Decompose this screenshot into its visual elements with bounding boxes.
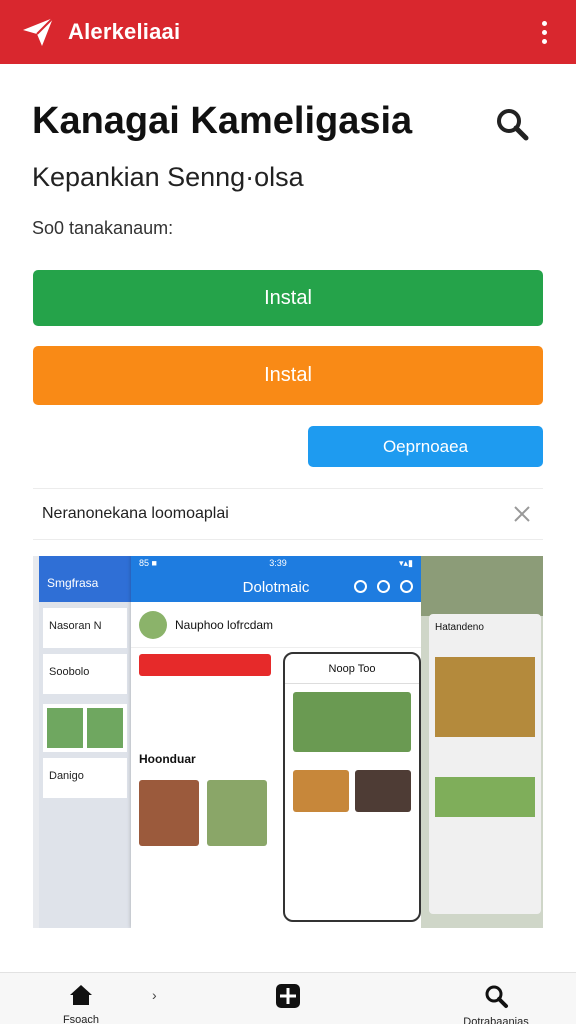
screenshot-right-card: Hatandeno xyxy=(429,614,541,914)
screenshot-left-profile: Nasoran N xyxy=(43,608,127,648)
page-subtitle: Kepankian Senng·olsa xyxy=(32,162,304,192)
app-meta: So0 tanakanaum: xyxy=(32,218,174,238)
screenshot-right-title: Hatandeno xyxy=(435,622,484,633)
app-page: Alerkeliaai Kanagai Kameligasia Kepankia… xyxy=(0,0,576,1024)
nav-home[interactable]: Fsoach xyxy=(56,983,106,1024)
building-image xyxy=(435,657,535,737)
image-row xyxy=(139,780,267,846)
app-title: Alerkeliaai xyxy=(68,19,181,44)
overlay-title: Noop Too xyxy=(285,654,419,684)
screenshot-overlay[interactable]: Noop Too xyxy=(283,652,421,922)
screenshot-right[interactable]: Hatandeno xyxy=(421,556,543,928)
info-banner: Neranonekana loomoaplai xyxy=(33,488,543,540)
screenshot-right-row xyxy=(435,777,535,817)
screenshot-left-thumb xyxy=(43,704,127,752)
nav-search-label: Dotrabaanias xyxy=(463,1016,529,1024)
install-button[interactable]: Instal xyxy=(33,270,543,326)
nav-search[interactable]: Dotrabaanias xyxy=(446,983,546,1024)
install-secondary-button[interactable]: Instal xyxy=(33,346,543,405)
screenshot-left-row: Soobolo xyxy=(43,654,127,694)
overlay-photo xyxy=(293,692,411,752)
status-time: 3:39 xyxy=(269,558,287,568)
nav-home-label: Fsoach xyxy=(62,1014,100,1024)
home-icon xyxy=(68,983,94,1012)
add-square-icon xyxy=(275,983,301,1014)
screenshot-right-sky xyxy=(421,556,543,616)
screenshot-gallery[interactable]: Smgfrasa Nasoran N Soobolo Danigo 85 ■ 3… xyxy=(33,556,543,928)
screenshot-main-title: Dolotmaic xyxy=(242,578,310,596)
screenshot-main-header: Dolotmaic xyxy=(131,572,421,602)
red-action-button xyxy=(139,654,271,676)
screenshot-left[interactable]: Smgfrasa Nasoran N Soobolo Danigo xyxy=(39,556,131,928)
profile-name: Nauphoo lofrcdam xyxy=(175,617,274,632)
section-title: Hoonduar xyxy=(139,752,196,766)
status-bar: 85 ■ 3:39 ▾▴▮ xyxy=(131,556,421,572)
page-title: Kanagai Kameligasia xyxy=(32,100,413,142)
header-icons xyxy=(354,580,413,593)
chevron-right-icon: › xyxy=(152,987,157,1003)
close-icon[interactable] xyxy=(511,503,533,525)
search-icon[interactable] xyxy=(490,102,534,146)
open-button[interactable]: Oeprnoaea xyxy=(308,426,543,467)
status-icons: ▾▴▮ xyxy=(398,558,413,568)
overlay-photo-row xyxy=(293,770,411,812)
paper-plane-logo-icon xyxy=(18,12,58,52)
status-left: 85 ■ xyxy=(139,558,157,568)
bottom-navigation: Fsoach › Dotrabaanias xyxy=(0,972,576,1024)
screenshot-left-row: Danigo xyxy=(43,758,127,798)
avatar xyxy=(139,610,167,639)
app-bar: Alerkeliaai xyxy=(0,0,576,64)
nav-add[interactable] xyxy=(266,983,310,1016)
banner-text: Neranonekana loomoaplai xyxy=(42,505,229,522)
search-icon xyxy=(483,983,509,1014)
profile-row: Nauphoo lofrcdam xyxy=(131,602,421,648)
screenshot-left-title: Smgfrasa xyxy=(39,556,131,602)
more-options-icon[interactable] xyxy=(530,12,558,52)
